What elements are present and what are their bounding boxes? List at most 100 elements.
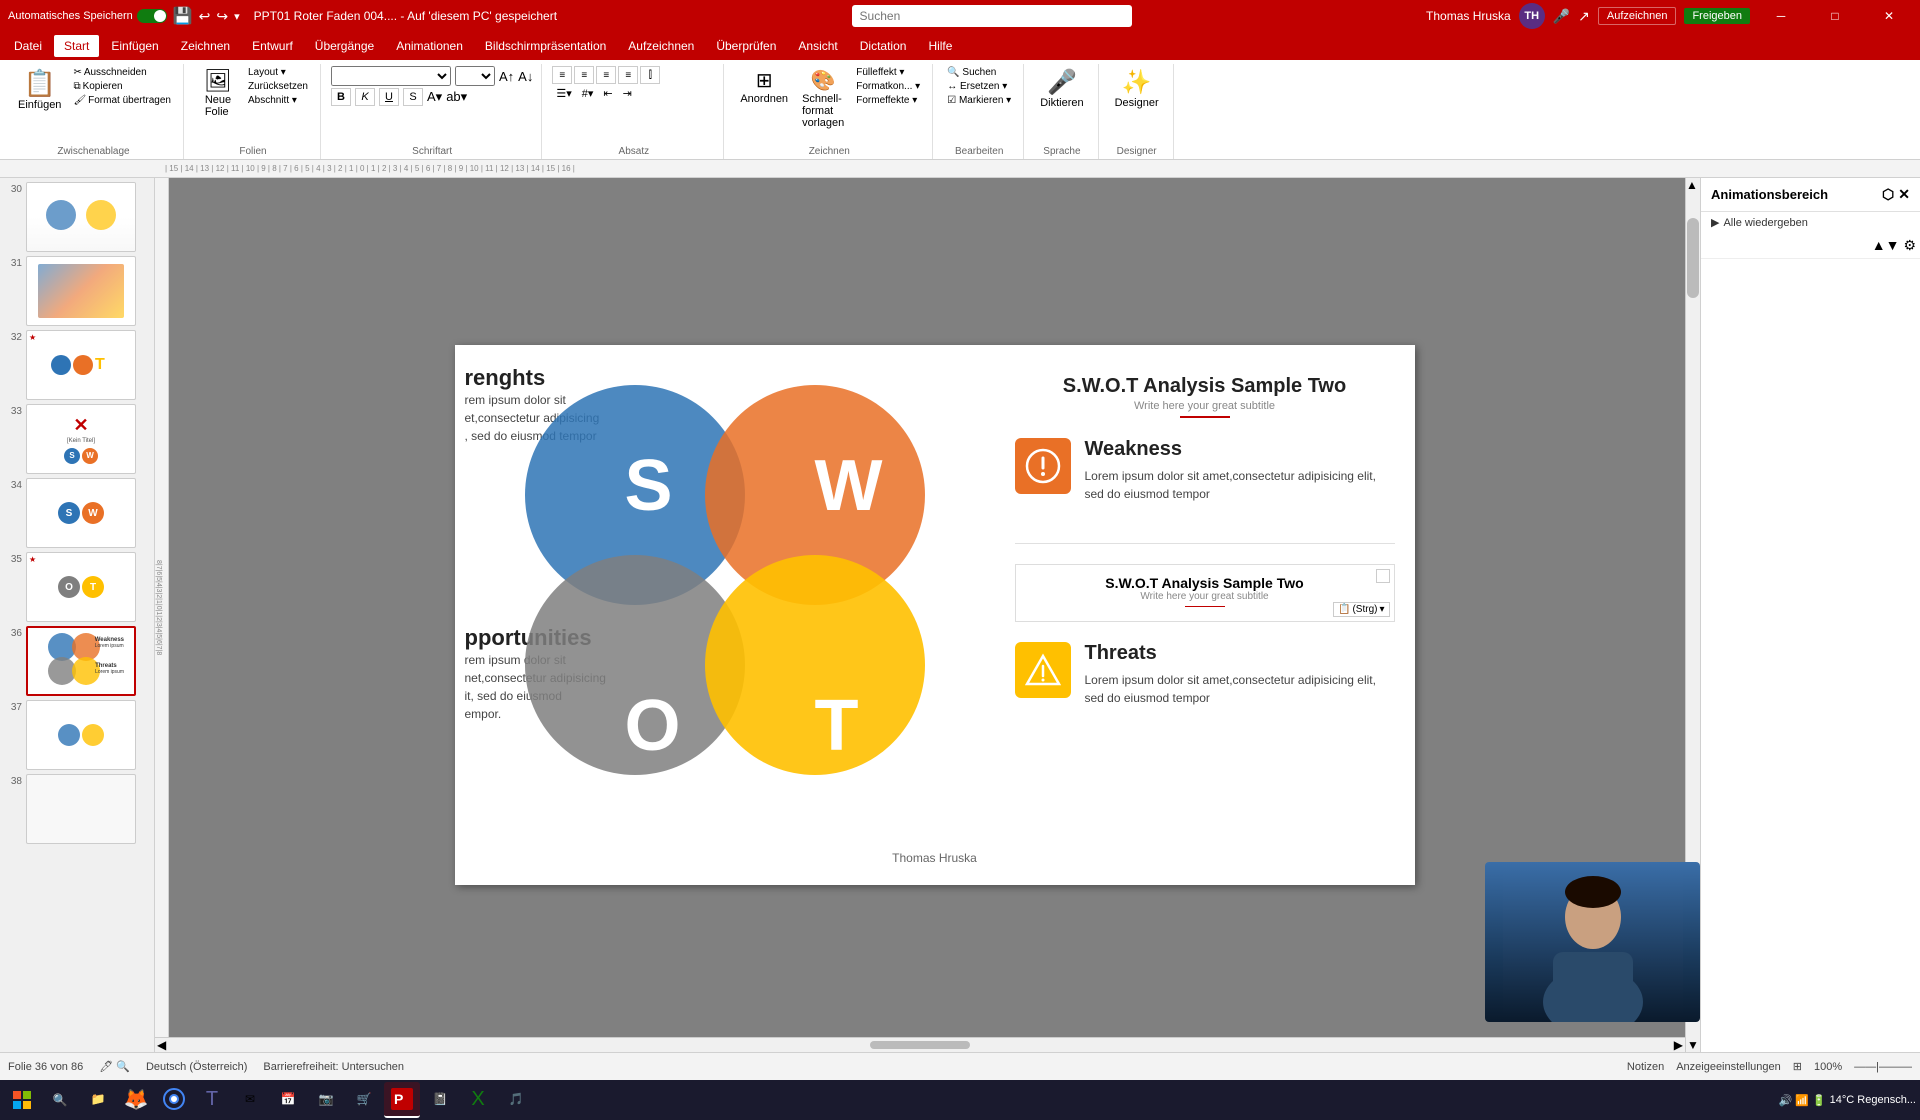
menu-dictation[interactable]: Dictation <box>850 35 917 57</box>
horizontal-scrollbar[interactable]: ◀ ▶ <box>155 1037 1685 1052</box>
justify-btn[interactable]: ≡ <box>618 66 638 84</box>
ctrl-paste-btn[interactable]: 📋 (Strg) ▾ <box>1333 602 1389 617</box>
scroll-thumb-v[interactable] <box>1687 218 1699 298</box>
menu-ueberpruefen[interactable]: Überprüfen <box>706 35 786 57</box>
anim-close-icon[interactable]: ✕ <box>1898 186 1910 203</box>
indent-more-btn[interactable]: ⇥ <box>619 86 636 101</box>
designer-button[interactable]: ✨ Designer <box>1109 66 1165 111</box>
font-color-btn[interactable]: A▾ <box>427 89 442 105</box>
view-mode-normal[interactable]: ⊞ <box>1793 1060 1802 1073</box>
record-button[interactable]: Aufzeichnen <box>1598 7 1677 25</box>
indent-less-btn[interactable]: ⇤ <box>599 86 616 101</box>
slide-thumb-38[interactable] <box>26 774 136 844</box>
start-button[interactable] <box>4 1082 40 1118</box>
minimize-button[interactable]: ─ <box>1758 0 1804 32</box>
search-input[interactable] <box>852 5 1132 27</box>
decrease-font-icon[interactable]: A↓ <box>518 69 533 84</box>
quick-access-more[interactable]: ▾ <box>234 10 240 23</box>
reset-button[interactable]: Zurücksetzen <box>244 80 312 93</box>
notes-btn[interactable]: Notizen <box>1627 1061 1664 1073</box>
arrange-button[interactable]: ⊞ Anordnen <box>734 66 794 107</box>
increase-font-icon[interactable]: A↑ <box>499 69 514 84</box>
strikethrough-button[interactable]: S <box>403 88 423 106</box>
taskbar-explorer[interactable]: 📁 <box>80 1082 116 1118</box>
play-all-button[interactable]: ▶ Alle wiedergeben <box>1701 212 1920 233</box>
resize-handle[interactable] <box>1376 569 1390 583</box>
font-family-select[interactable] <box>331 66 451 86</box>
menu-bildschirm[interactable]: Bildschirmpräsentation <box>475 35 616 57</box>
menu-uebergaenge[interactable]: Übergänge <box>305 35 384 57</box>
taskbar-chrome[interactable] <box>156 1082 192 1118</box>
underline-button[interactable]: U <box>379 88 399 106</box>
align-right-btn[interactable]: ≡ <box>596 66 616 84</box>
slide-item-38[interactable]: 38 <box>4 774 150 844</box>
share-icon[interactable]: ↗ <box>1578 8 1590 25</box>
number-btn[interactable]: #▾ <box>578 86 598 101</box>
slide-item-33[interactable]: 33 ✕ [Kein Titel] S W <box>4 404 150 474</box>
taskbar-store[interactable]: 🛒 <box>346 1082 382 1118</box>
autosave-toggle[interactable]: Automatisches Speichern <box>8 9 167 23</box>
paste-button[interactable]: 📋 Einfügen <box>12 66 67 113</box>
slide-item-34[interactable]: 34 S W <box>4 478 150 548</box>
slide-item-31[interactable]: 31 <box>4 256 150 326</box>
align-center-btn[interactable]: ≡ <box>574 66 594 84</box>
highlight-btn[interactable]: ab▾ <box>446 89 467 105</box>
menu-einfuegen[interactable]: Einfügen <box>101 35 168 57</box>
slide-thumb-33[interactable]: ✕ [Kein Titel] S W <box>26 404 136 474</box>
menu-ansicht[interactable]: Ansicht <box>788 35 847 57</box>
fill-btn[interactable]: Fülleffekt ▾ <box>852 66 924 79</box>
search-taskbar[interactable]: 🔍 <box>42 1082 78 1118</box>
taskbar-powerpoint[interactable]: P <box>384 1082 420 1118</box>
scroll-left-btn[interactable]: ◀ <box>157 1038 166 1052</box>
scroll-up-btn[interactable]: ▲ <box>1686 178 1700 208</box>
anim-settings-icon[interactable]: ⚙ <box>1903 237 1916 254</box>
font-size-select[interactable] <box>455 66 495 86</box>
slide-thumb-37[interactable] <box>26 700 136 770</box>
slide-thumb-34[interactable]: S W <box>26 478 136 548</box>
taskbar-extra[interactable]: 🎵 <box>498 1082 534 1118</box>
taskbar-mail[interactable]: ✉ <box>232 1082 268 1118</box>
mic-icon[interactable]: 🎤 <box>1553 8 1570 25</box>
autosave-pill[interactable] <box>137 9 167 23</box>
scroll-down-btn[interactable]: ▼ <box>1686 1038 1700 1052</box>
slide-thumb-31[interactable] <box>26 256 136 326</box>
slide-item-36[interactable]: 36 WeaknessLorem ipsum ThreatsLorem ipsu… <box>4 626 150 696</box>
slide-thumb-32[interactable]: T <box>26 330 136 400</box>
slide-thumb-30[interactable] <box>26 182 136 252</box>
save-icon[interactable]: 💾 <box>173 6 193 26</box>
anim-up-icon[interactable]: ▲ <box>1872 237 1886 254</box>
taskbar-firefox[interactable]: 🦊 <box>118 1082 154 1118</box>
menu-datei[interactable]: Datei <box>4 35 52 57</box>
slide-item-37[interactable]: 37 <box>4 700 150 770</box>
italic-button[interactable]: K <box>355 88 375 106</box>
slide-item-30[interactable]: 30 <box>4 182 150 252</box>
column-btn[interactable]: ⫿ <box>640 66 660 84</box>
undo-icon[interactable]: ↩ <box>199 8 211 25</box>
maximize-button[interactable]: □ <box>1812 0 1858 32</box>
menu-hilfe[interactable]: Hilfe <box>918 35 962 57</box>
bold-button[interactable]: B <box>331 88 351 106</box>
view-settings-btn[interactable]: Anzeigeeinstellungen <box>1676 1061 1781 1073</box>
layout-button[interactable]: Layout ▾ <box>244 66 312 79</box>
anim-down-icon[interactable]: ▼ <box>1886 237 1900 254</box>
search-btn[interactable]: 🔍 Suchen <box>943 66 1015 79</box>
cut-button[interactable]: ✂Ausschneiden <box>69 66 175 79</box>
taskbar-camera[interactable]: 📷 <box>308 1082 344 1118</box>
zoom-slider[interactable]: ——|——— <box>1854 1061 1912 1073</box>
menu-start[interactable]: Start <box>54 35 99 57</box>
taskbar-excel[interactable]: X <box>460 1082 496 1118</box>
close-button[interactable]: ✕ <box>1866 0 1912 32</box>
quick-styles-button[interactable]: 🎨 Schnell-formatvorlagen <box>796 66 850 131</box>
slide-canvas[interactable]: renghts rem ipsum dolor sitet,consectetu… <box>455 345 1415 885</box>
new-slide-button[interactable]: 🖼 NeueFolie <box>194 66 242 120</box>
menu-entwurf[interactable]: Entwurf <box>242 35 303 57</box>
border-btn[interactable]: Formatkon... ▾ <box>852 80 924 93</box>
redo-icon[interactable]: ↪ <box>216 8 228 25</box>
slide-item-35[interactable]: 35 O T <box>4 552 150 622</box>
copy-button[interactable]: ⧉Kopieren <box>69 80 175 93</box>
menu-aufzeichnen[interactable]: Aufzeichnen <box>618 35 704 57</box>
effect-btn[interactable]: Formeffekte ▾ <box>852 94 924 107</box>
anim-expand-icon[interactable]: ⬡ <box>1882 186 1894 203</box>
menu-animationen[interactable]: Animationen <box>386 35 473 57</box>
taskbar-onenote[interactable]: 📓 <box>422 1082 458 1118</box>
